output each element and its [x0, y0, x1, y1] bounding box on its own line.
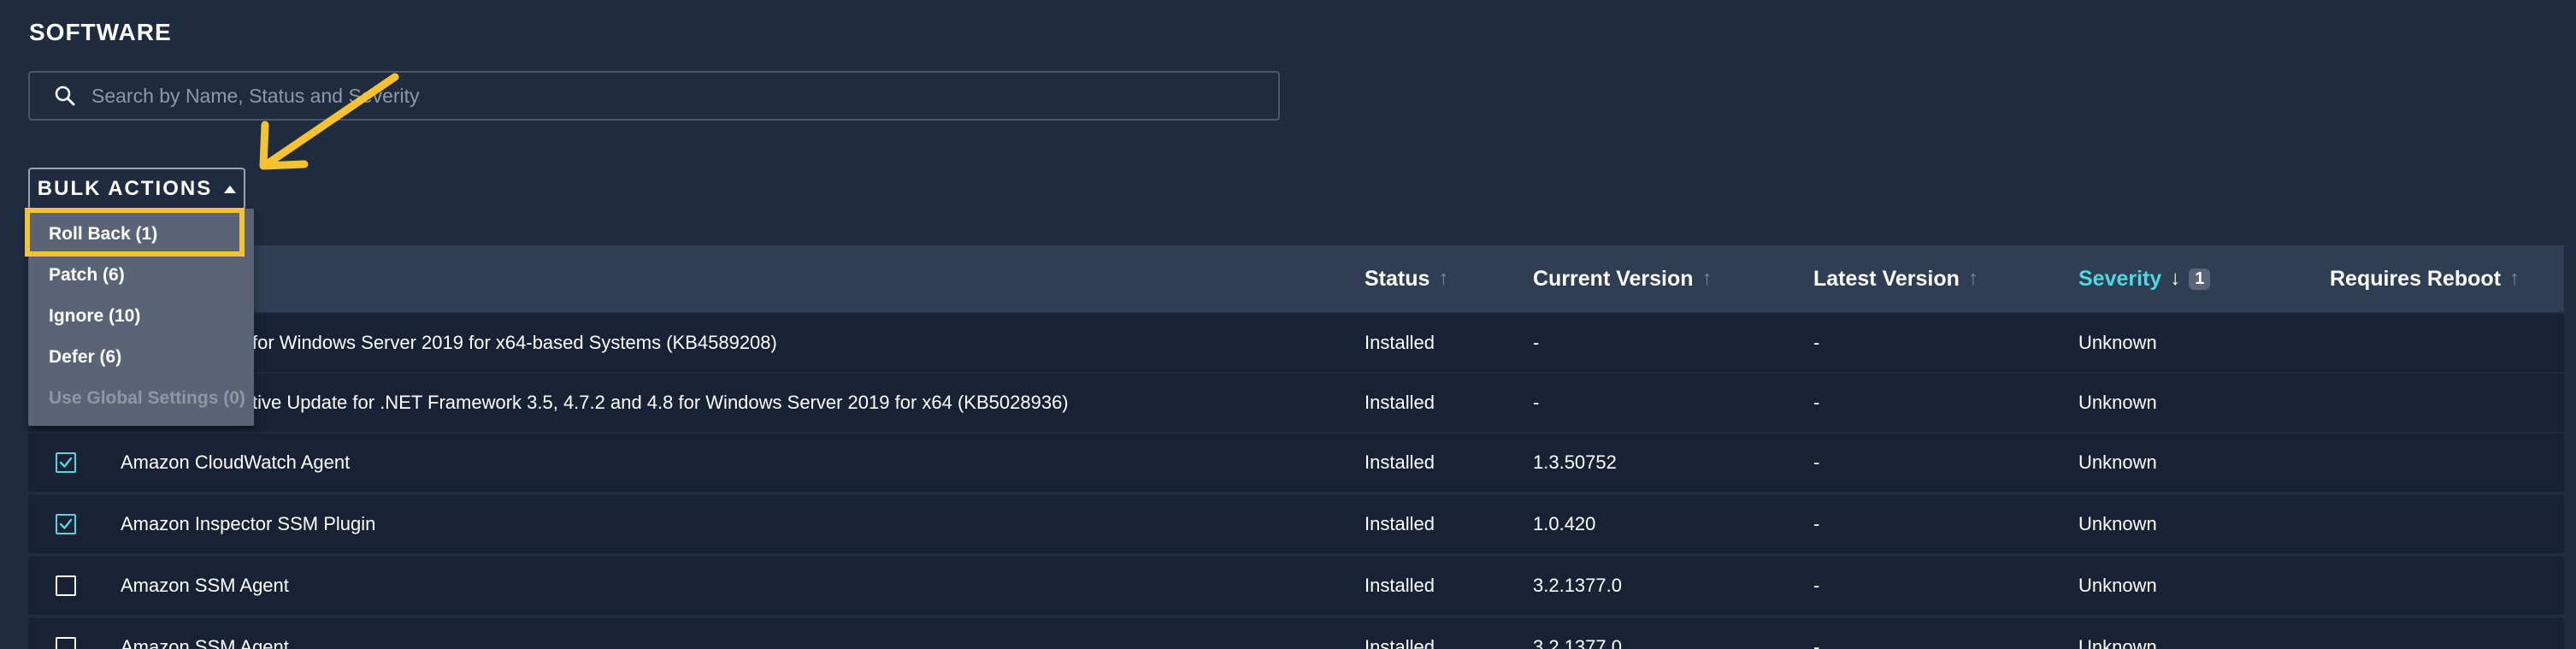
latest-version-cell: - [1813, 513, 1820, 534]
table-row[interactable]: Amazon CloudWatch Agent Installed 1.3.50… [28, 434, 2564, 492]
software-name: Amazon SSM Agent [121, 636, 289, 649]
menu-item-use-global-settings: Use Global Settings (0) [49, 388, 245, 408]
row-checkbox[interactable] [56, 575, 76, 596]
bulk-actions-label: BULK ACTIONS [37, 177, 213, 200]
severity-cell: Unknown [2078, 575, 2157, 596]
current-version-cell: - [1533, 392, 1540, 413]
severity-cell: Unknown [2078, 451, 2157, 473]
column-header-severity-label: Severity [2078, 266, 2162, 291]
column-header-status[interactable]: Status ↑ [1365, 245, 1448, 312]
latest-version-cell: - [1813, 575, 1820, 596]
search-box[interactable] [28, 71, 1280, 121]
check-icon [59, 518, 73, 529]
current-version-cell: - [1533, 332, 1540, 353]
menu-item-roll-back[interactable]: Roll Back (1) [28, 214, 254, 255]
column-header-latest-version-label: Latest Version [1813, 266, 1960, 291]
arrow-down-icon: ↓ [2170, 267, 2181, 290]
caret-up-icon [224, 185, 237, 193]
current-version-cell: 3.2.1377.0 [1533, 636, 1622, 649]
table-row[interactable]: for Windows Server 2019 for x64-based Sy… [28, 314, 2564, 372]
sort-rank-badge: 1 [2189, 268, 2211, 290]
table-row[interactable]: Amazon SSM Agent Installed 3.2.1377.0 - … [28, 557, 2564, 615]
severity-cell: Unknown [2078, 332, 2157, 353]
row-checkbox[interactable] [56, 452, 76, 473]
menu-item-ignore[interactable]: Ignore (10) [28, 296, 254, 337]
status-cell: Installed [1365, 636, 1435, 649]
column-header-requires-reboot[interactable]: Requires Reboot ↑ [2330, 245, 2520, 312]
status-cell: Installed [1365, 575, 1435, 596]
status-cell: Installed [1365, 513, 1435, 534]
menu-item-patch[interactable]: Patch (6) [28, 255, 254, 296]
software-name: Amazon Inspector SSM Plugin [121, 513, 376, 534]
arrow-up-icon: ↑ [1701, 267, 1712, 290]
column-header-status-label: Status [1365, 266, 1430, 291]
table-row[interactable]: Amazon Inspector SSM Plugin Installed 1.… [28, 495, 2564, 553]
arrow-up-icon: ↑ [1967, 267, 1978, 290]
table-row[interactable]: Amazon SSM Agent Installed 3.2.1377.0 - … [28, 618, 2564, 649]
latest-version-cell: - [1813, 451, 1820, 473]
table-header: e ↑ Status ↑ Current Version ↑ Latest Ve… [28, 245, 2564, 312]
arrow-up-icon: ↑ [1438, 267, 1449, 290]
severity-cell: Unknown [2078, 513, 2157, 534]
status-cell: Installed [1365, 451, 1435, 473]
status-cell: Installed [1365, 392, 1435, 413]
column-header-latest-version[interactable]: Latest Version ↑ [1813, 245, 1978, 312]
column-header-current-version-label: Current Version [1533, 266, 1694, 291]
latest-version-cell: - [1813, 392, 1820, 413]
current-version-cell: 1.0.420 [1533, 513, 1596, 534]
page-title: SOFTWARE [29, 19, 172, 45]
row-checkbox[interactable] [56, 514, 76, 534]
menu-item-defer[interactable]: Defer (6) [28, 337, 254, 378]
column-header-current-version[interactable]: Current Version ↑ [1533, 245, 1712, 312]
latest-version-cell: - [1813, 636, 1820, 649]
arrow-up-icon: ↑ [2509, 267, 2520, 290]
software-name: tive Update for .NET Framework 3.5, 4.7.… [252, 392, 1069, 413]
column-header-severity[interactable]: Severity ↓ 1 [2078, 245, 2211, 312]
bulk-actions-button[interactable]: BULK ACTIONS [28, 168, 245, 210]
search-input[interactable] [90, 72, 1278, 120]
current-version-cell: 3.2.1377.0 [1533, 575, 1622, 596]
current-version-cell: 1.3.50752 [1533, 451, 1617, 473]
check-icon [59, 457, 73, 468]
software-name: Amazon CloudWatch Agent [121, 451, 351, 473]
row-checkbox[interactable] [56, 637, 76, 649]
severity-cell: Unknown [2078, 392, 2157, 413]
table-row[interactable]: tive Update for .NET Framework 3.5, 4.7.… [28, 374, 2564, 432]
column-header-requires-reboot-label: Requires Reboot [2330, 266, 2502, 291]
software-name: for Windows Server 2019 for x64-based Sy… [252, 332, 777, 353]
latest-version-cell: - [1813, 332, 1820, 353]
severity-cell: Unknown [2078, 636, 2157, 649]
software-name: Amazon SSM Agent [121, 575, 289, 596]
software-page: SOFTWARE e ↑ Status ↑ Current Version ↑ … [0, 0, 2576, 649]
search-icon [52, 83, 78, 109]
bulk-actions-menu: Roll Back (1) Patch (6) Ignore (10) Defe… [28, 209, 254, 426]
status-cell: Installed [1365, 332, 1435, 353]
